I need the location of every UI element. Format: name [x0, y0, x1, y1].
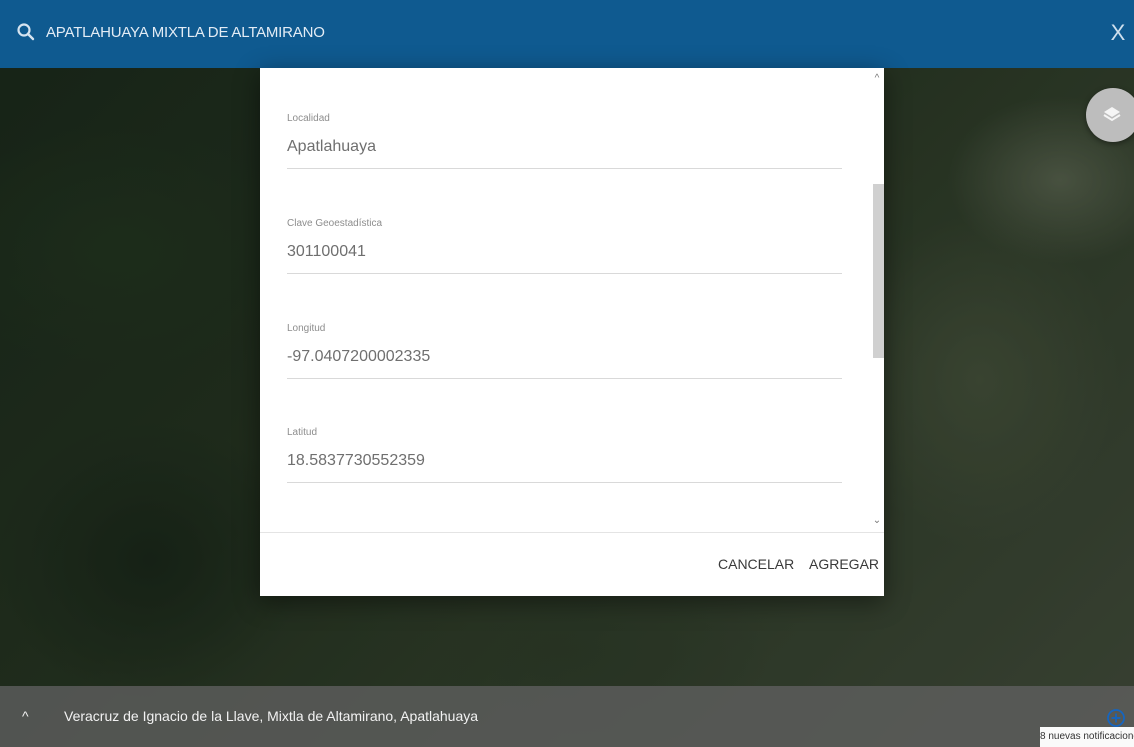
- add-button[interactable]: AGREGAR: [809, 556, 879, 572]
- field-localidad: Localidad Apatlahuaya: [287, 113, 842, 169]
- field-value-input[interactable]: Apatlahuaya: [287, 138, 842, 168]
- dialog-scrollbar[interactable]: ^ ⌄: [870, 68, 884, 532]
- location-bar[interactable]: ^ Veracruz de Ignacio de la Llave, Mixtl…: [0, 686, 1134, 747]
- close-icon[interactable]: X: [1106, 20, 1130, 46]
- field-label: Longitud: [287, 323, 326, 334]
- scroll-up-arrow-icon[interactable]: ^: [870, 72, 884, 86]
- add-circle-icon[interactable]: [1106, 708, 1126, 728]
- field-latitud: Latitud 18.5837730552359: [287, 427, 842, 483]
- dialog-content[interactable]: Localidad Apatlahuaya Clave Geoestadísti…: [260, 68, 870, 532]
- cancel-button[interactable]: CANCELAR: [718, 556, 794, 572]
- layers-button[interactable]: [1086, 88, 1134, 142]
- field-clave-geoestadistica: Clave Geoestadística 301100041: [287, 218, 842, 274]
- search-icon[interactable]: [16, 22, 36, 42]
- field-value-input[interactable]: 301100041: [287, 243, 842, 273]
- notification-badge[interactable]: 8 nuevas notificaciones: [1040, 727, 1134, 747]
- field-label: Localidad: [287, 113, 330, 124]
- location-breadcrumb: Veracruz de Ignacio de la Llave, Mixtla …: [64, 708, 479, 724]
- scroll-down-arrow-icon[interactable]: ⌄: [870, 514, 884, 528]
- field-value-input[interactable]: 18.5837730552359: [287, 452, 842, 482]
- add-location-dialog: Localidad Apatlahuaya Clave Geoestadísti…: [260, 68, 884, 596]
- dialog-divider: [260, 532, 884, 533]
- search-bar: APATLAHUAYA MIXTLA DE ALTAMIRANO X: [0, 0, 1134, 68]
- field-value-input[interactable]: -97.0407200002335: [287, 348, 842, 378]
- field-label: Clave Geoestadística: [287, 218, 383, 229]
- chevron-up-icon[interactable]: ^: [22, 708, 29, 724]
- layers-icon: [1103, 107, 1121, 122]
- field-label: Latitud: [287, 427, 318, 438]
- search-query-text[interactable]: APATLAHUAYA MIXTLA DE ALTAMIRANO: [46, 24, 325, 41]
- scroll-thumb[interactable]: [873, 184, 884, 358]
- field-longitud: Longitud -97.0407200002335: [287, 323, 842, 379]
